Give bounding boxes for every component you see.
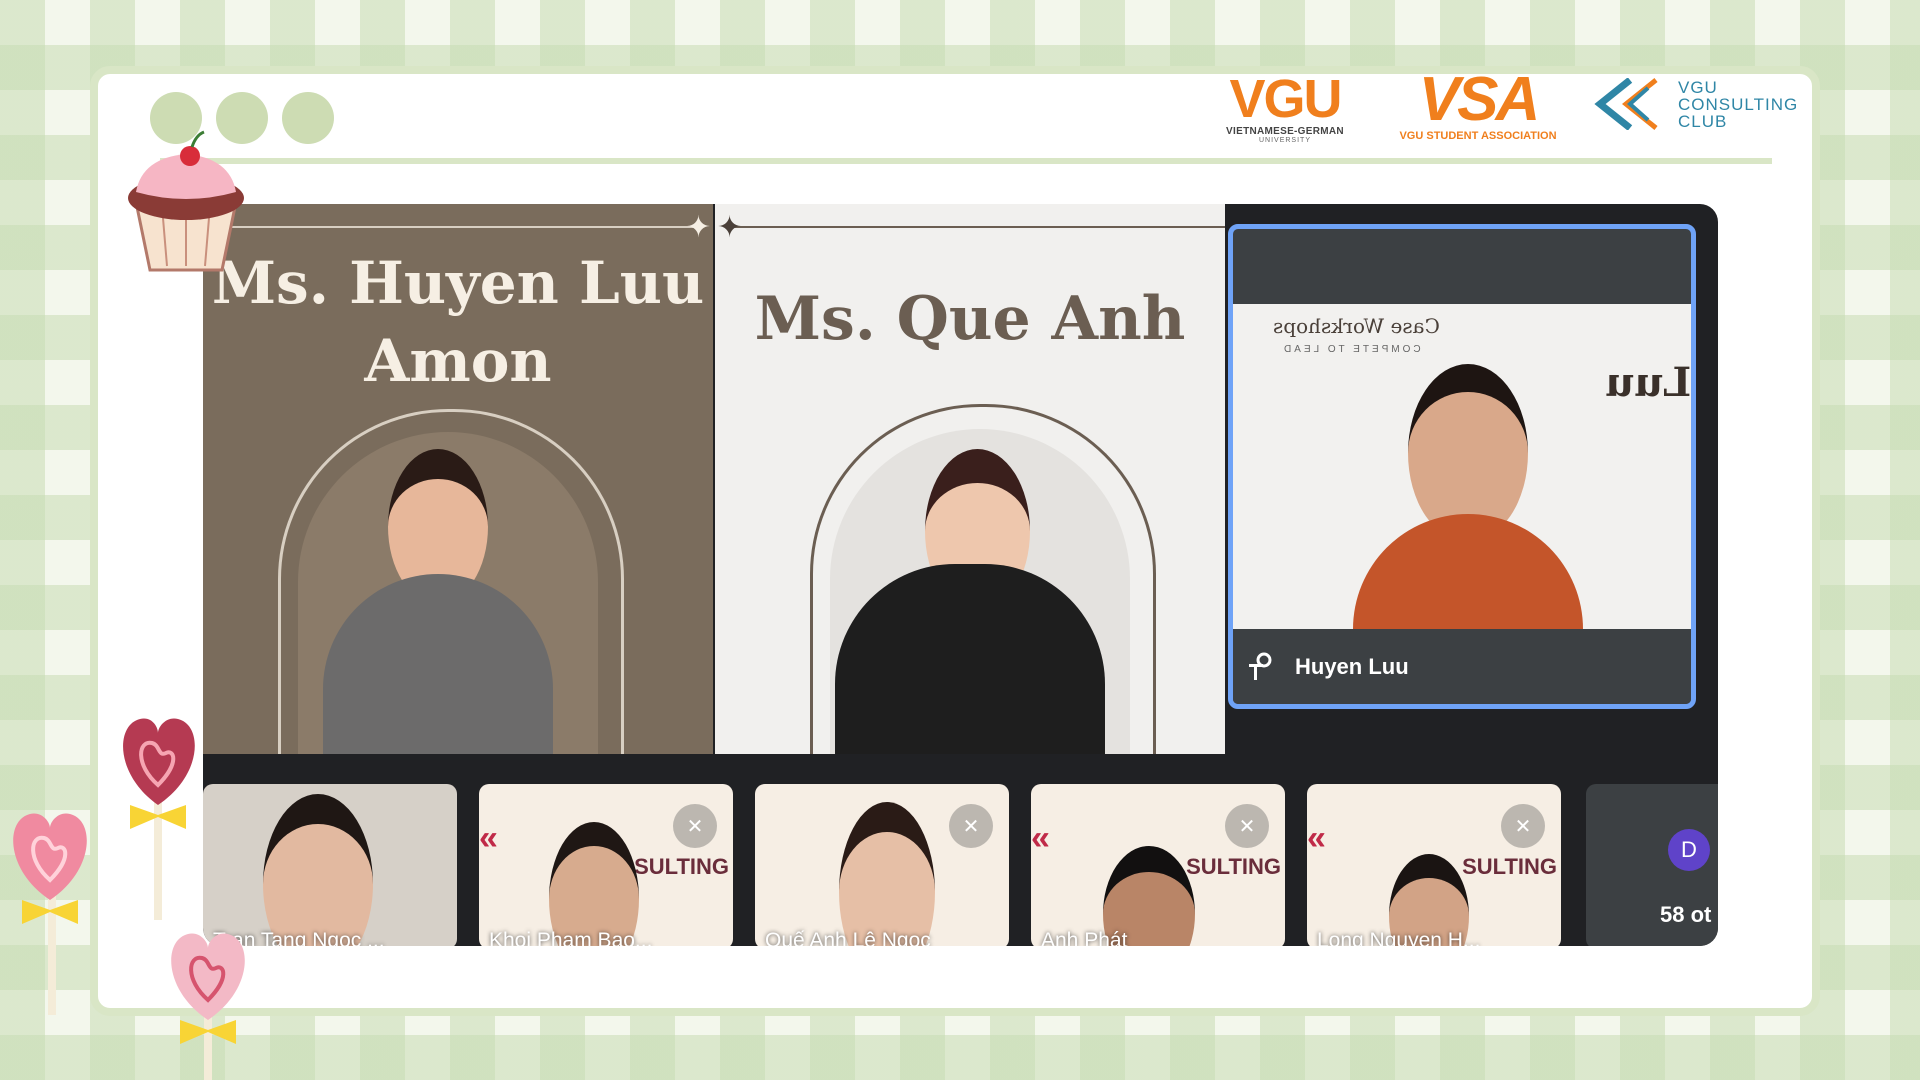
speaker-name-line1: Ms. Huyen Luu: [211, 249, 705, 317]
participant-name: Khoi Pham Bao...: [489, 929, 653, 946]
participant-tile[interactable]: « SULTING ✕ Anh Phát: [1031, 784, 1285, 946]
banner-chevrons: «: [1031, 819, 1050, 857]
vgu-logo-mark: VGU: [1229, 69, 1342, 129]
header-divider: [160, 158, 1772, 164]
speaker-name-que: Ms. Que Anh: [754, 284, 1186, 354]
more-participants-tile[interactable]: D 58 ot: [1586, 784, 1718, 946]
mirrored-banner-subtext: COMPETE TO LEAD: [1281, 344, 1421, 355]
pin-icon[interactable]: [1247, 652, 1273, 682]
speaker-name-line2: Amon: [364, 327, 552, 395]
club-logo-line1: VGU: [1678, 77, 1718, 97]
heart-lollipop-icon: [123, 718, 195, 920]
banner-text: SULTING: [634, 854, 729, 879]
mic-off-icon: ✕: [673, 804, 717, 848]
participant-tile[interactable]: ✕ Quế Anh Lê Ngọc: [755, 784, 1009, 946]
participant-name: Quế Anh Lê Ngọc: [765, 929, 931, 946]
dot-3: [282, 92, 334, 144]
vgu-logo-line2: UNIVERSITY: [1258, 137, 1311, 144]
participant-tile[interactable]: « SULTING ✕ Khoi Pham Bao...: [479, 784, 733, 946]
mic-off-icon: ✕: [1501, 804, 1545, 848]
vsa-logo-line1: VGU STUDENT ASSOCIATION: [1399, 130, 1557, 142]
speaker-video: Case Workshops COMPETE TO LEAD Luu: [1233, 304, 1691, 644]
participant-tile[interactable]: « SULTING ✕ Long Nguyen H...: [1307, 784, 1561, 946]
mic-off-icon: ✕: [1225, 804, 1269, 848]
mirrored-banner-text: Case Workshops: [1273, 314, 1440, 338]
participant-name: Long Nguyen H...: [1317, 929, 1481, 946]
heart-lollipop-icon: [171, 933, 245, 1080]
participant-name: Huyen Luu: [1295, 653, 1409, 679]
participant-name: Anh Phát: [1041, 929, 1128, 946]
speaker-card-que: ✦ Ms. Que Anh: [715, 204, 1225, 754]
divider-line: [730, 226, 1225, 228]
video-call-window: ✦ Ms. Huyen Luu Amon ✦ Ms. Que Anh Case …: [203, 204, 1718, 946]
heart-lollipop-icon: [13, 813, 87, 1015]
speaker-card-huyen: ✦ Ms. Huyen Luu Amon: [203, 204, 713, 754]
divider-line: [223, 226, 698, 228]
vsa-logo-mark: VSA: [1418, 65, 1540, 134]
banner-chevrons: «: [1307, 819, 1326, 857]
banner-chevrons: «: [479, 819, 498, 857]
cupcake-icon: [128, 130, 244, 272]
mic-off-icon: ✕: [949, 804, 993, 848]
banner-text: SULTING: [1186, 854, 1281, 879]
club-logo-line3: CLUB: [1678, 111, 1728, 131]
sparkle-icon: ✦: [717, 211, 743, 244]
chevron-logo-icon: [1594, 78, 1658, 130]
banner-text: SULTING: [1462, 854, 1557, 879]
vgu-logo-line1: VIETNAMESE-GERMAN: [1226, 126, 1344, 137]
vgu-logo: VGU VIETNAMESE-GERMAN UNIVERSITY: [1220, 72, 1350, 144]
others-count: 58 ot: [1660, 902, 1712, 927]
avatar: D: [1668, 829, 1710, 871]
sparkle-icon: ✦: [685, 211, 711, 244]
speaker-name-huyen: Ms. Huyen Luu Amon: [203, 244, 713, 400]
mirrored-banner-name: Luu: [1604, 359, 1691, 406]
active-speaker-name-bar: Huyen Luu: [1233, 629, 1691, 704]
active-speaker-tile[interactable]: Case Workshops COMPETE TO LEAD Luu Huyen…: [1228, 224, 1696, 709]
vsa-logo: VSA VGU STUDENT ASSOCIATION: [1398, 65, 1558, 143]
consulting-club-logo: VGU CONSULTING CLUB: [1590, 78, 1810, 130]
club-logo-line2: CONSULTING: [1678, 94, 1799, 114]
